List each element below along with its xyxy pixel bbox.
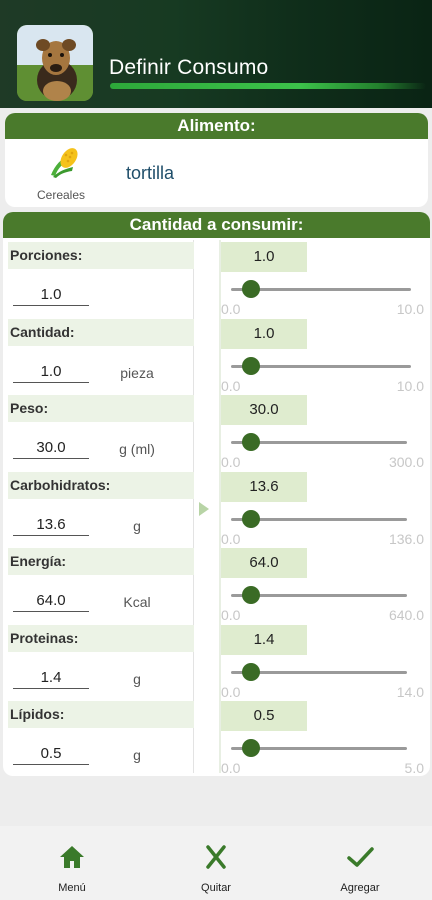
menu-button[interactable]: Menú bbox=[0, 826, 144, 900]
field-unit: g bbox=[133, 517, 141, 534]
quitar-button[interactable]: Quitar bbox=[144, 826, 288, 900]
quantity-section-title: Cantidad a consumir: bbox=[3, 212, 430, 238]
field-input[interactable]: 64.0 bbox=[13, 592, 89, 612]
slider-max-label: 640.0 bbox=[388, 607, 424, 623]
field-input[interactable]: 1.0 bbox=[13, 286, 89, 306]
slider-min-label: 0.0 bbox=[221, 683, 241, 700]
field-input[interactable]: 1.4 bbox=[13, 669, 89, 689]
value-display: 30.0 bbox=[221, 395, 307, 425]
slider-thumb[interactable] bbox=[242, 356, 260, 375]
slider-thumb[interactable] bbox=[241, 586, 260, 604]
field-input[interactable]: 1.0 bbox=[13, 363, 89, 383]
slider-thumb[interactable] bbox=[241, 739, 260, 757]
bottom-nav: Menú Quitar Agregar bbox=[0, 826, 432, 900]
field-input[interactable]: 0.5 bbox=[13, 745, 89, 765]
field-unit: g bbox=[133, 670, 141, 687]
food-name[interactable]: tortilla bbox=[126, 163, 174, 184]
page-title: Definir Consumo bbox=[109, 56, 269, 79]
field-label: Energía: bbox=[8, 548, 194, 575]
slider-thumb[interactable] bbox=[242, 280, 260, 298]
field-input[interactable]: 13.6 bbox=[13, 516, 89, 536]
corn-icon bbox=[47, 145, 83, 184]
slider-max-label: 10.0 bbox=[396, 301, 424, 317]
check-icon bbox=[347, 847, 374, 867]
slider-min-label: 0.0 bbox=[221, 301, 241, 317]
value-display: 1.4 bbox=[221, 624, 307, 655]
field-unit: g (ml) bbox=[119, 441, 155, 457]
slider-max-label: 136.0 bbox=[388, 530, 424, 547]
field-label: Cantidad: bbox=[8, 318, 194, 346]
menu-label: Menú bbox=[58, 882, 86, 894]
field-unit: Kcal bbox=[123, 594, 151, 610]
slider-min-label: 0.0 bbox=[221, 454, 241, 470]
value-display: 1.0 bbox=[221, 242, 307, 272]
slider-min-label: 0.0 bbox=[221, 530, 241, 547]
slider-thumb[interactable] bbox=[241, 662, 260, 681]
field-label: Proteinas: bbox=[8, 624, 194, 652]
field-label: Carbohidratos: bbox=[8, 471, 194, 499]
field-unit: pieza bbox=[120, 364, 154, 381]
food-category: Cereales bbox=[37, 188, 86, 202]
value-display: 13.6 bbox=[221, 471, 307, 502]
slider-thumb[interactable] bbox=[241, 433, 260, 451]
arrow-right-icon bbox=[199, 502, 209, 516]
field-label: Peso: bbox=[8, 395, 194, 422]
field-label: Porciones: bbox=[8, 242, 194, 269]
slider-max-label: 10.0 bbox=[396, 377, 424, 394]
field-input[interactable]: 30.0 bbox=[13, 439, 89, 459]
value-display: 64.0 bbox=[221, 548, 307, 578]
app-header: Definir Consumo bbox=[0, 0, 432, 108]
agregar-button[interactable]: Agregar bbox=[288, 826, 432, 900]
home-icon bbox=[60, 846, 84, 868]
field-unit: g bbox=[133, 747, 141, 763]
quantity-card: Cantidad a consumir: Porciones: 1.0 1.0 0.0… bbox=[3, 212, 430, 776]
slider-max-label: 5.0 bbox=[404, 760, 424, 776]
close-icon bbox=[206, 845, 226, 869]
slider-min-label: 0.0 bbox=[221, 760, 241, 776]
food-card: Alimento: Cereales tortilla bbox=[5, 113, 428, 207]
dog-icon bbox=[17, 25, 93, 101]
food-section-title: Alimento: bbox=[5, 113, 428, 139]
title-accent-bar bbox=[110, 83, 426, 89]
slider-max-label: 300.0 bbox=[388, 454, 424, 470]
field-label: Lípidos: bbox=[8, 701, 194, 728]
value-display: 0.5 bbox=[221, 701, 307, 731]
slider-min-label: 0.0 bbox=[221, 607, 241, 623]
agregar-label: Agregar bbox=[340, 882, 380, 894]
value-display: 1.0 bbox=[221, 318, 307, 349]
slider-max-label: 14.0 bbox=[396, 683, 424, 700]
slider-min-label: 0.0 bbox=[221, 377, 241, 394]
quitar-label: Quitar bbox=[201, 882, 231, 894]
avatar[interactable] bbox=[17, 25, 93, 101]
slider-thumb[interactable] bbox=[241, 509, 260, 528]
